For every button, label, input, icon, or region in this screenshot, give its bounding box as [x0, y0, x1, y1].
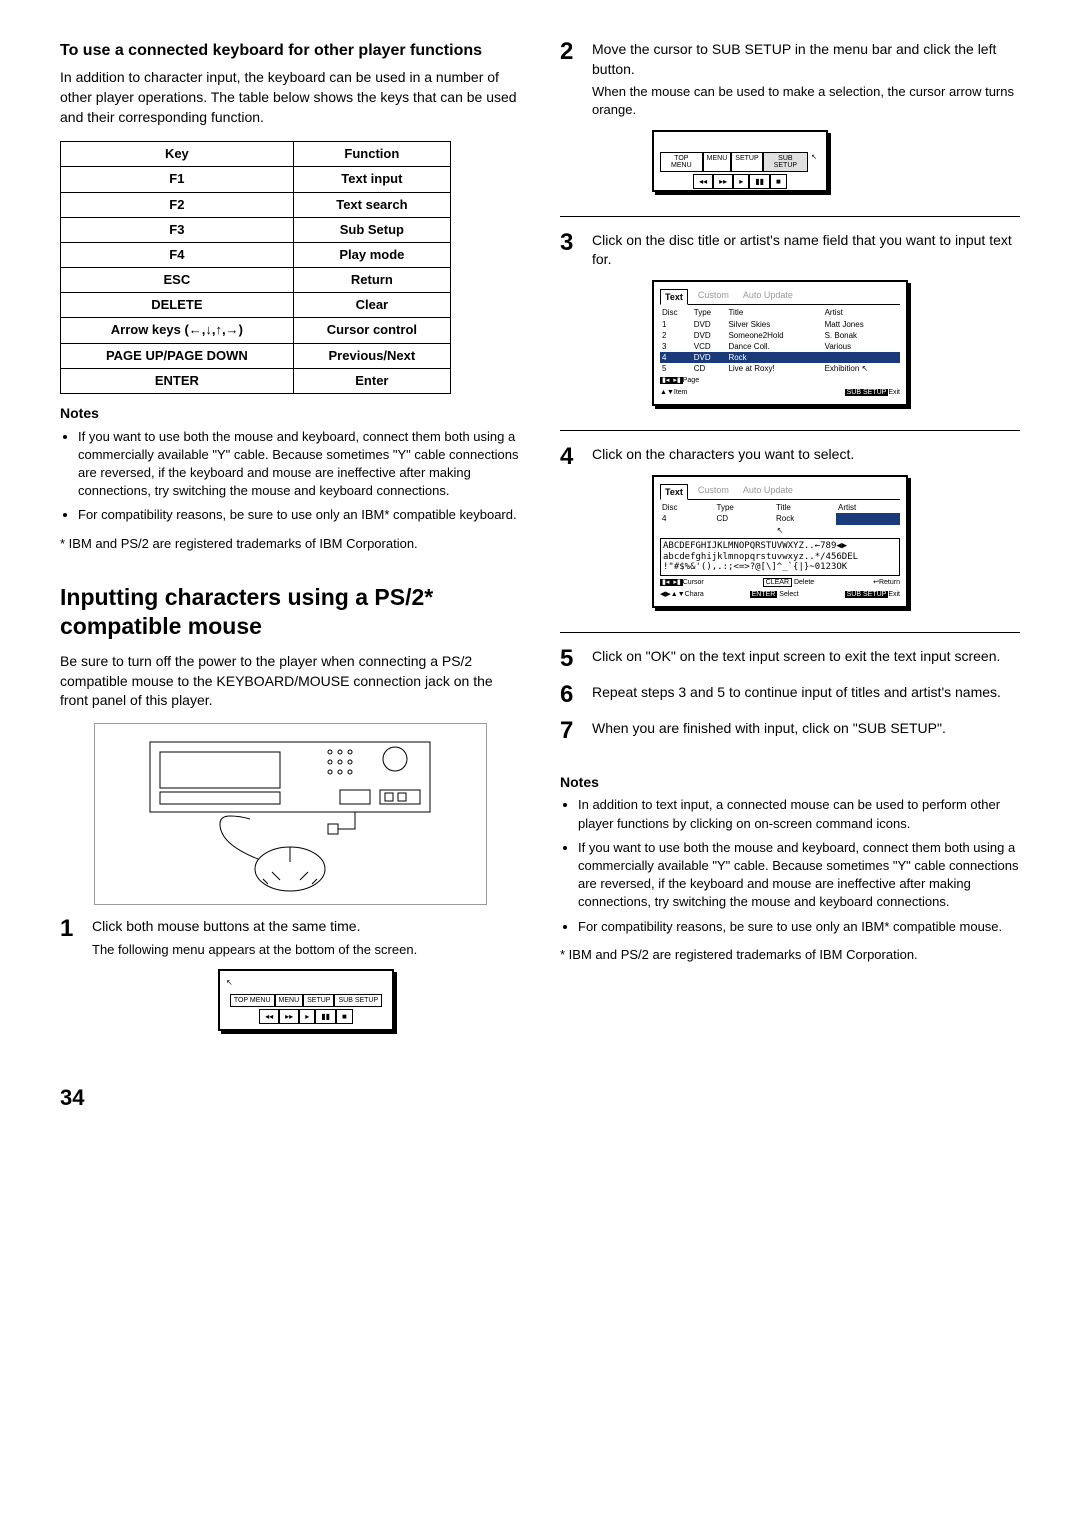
- tab-text: Text: [660, 484, 688, 501]
- screenshot-step3: Text Custom Auto Update DiscTypeTitleArt…: [652, 280, 908, 406]
- char-grid: ABCDEFGHIJKLMNOPQRSTUVWXYZ..←789◀▶ abcde…: [660, 538, 900, 576]
- tab-autoupdate: Auto Update: [739, 483, 797, 500]
- menu-setup: SETUP: [731, 152, 762, 172]
- transport-play-icon: ▸: [733, 174, 749, 189]
- th-function: Function: [293, 142, 450, 167]
- trademark-foot-left: * IBM and PS/2 are registered trademarks…: [60, 535, 520, 553]
- transport-play-icon: ▸: [299, 1009, 315, 1024]
- step-number-5: 5: [560, 647, 580, 671]
- note-item: If you want to use both the mouse and ke…: [78, 428, 520, 501]
- tab-autoupdate: Auto Update: [739, 288, 797, 305]
- transport-stop-icon: ■: [336, 1009, 353, 1024]
- transport-prev-icon: ◂◂: [693, 174, 713, 189]
- cursor-icon: ↖: [777, 526, 784, 535]
- note-item: In addition to text input, a connected m…: [578, 796, 1020, 832]
- step5-main: Click on "OK" on the text input screen t…: [592, 647, 1020, 671]
- notes-heading-right: Notes: [560, 773, 1020, 793]
- cursor-icon: ↖: [808, 152, 820, 172]
- transport-pause-icon: ▮▮: [315, 1009, 336, 1024]
- left-column: To use a connected keyboard for other pl…: [60, 40, 520, 1053]
- screenshot-step4: Text Custom Auto Update DiscTypeTitleArt…: [652, 475, 908, 608]
- player-mouse-diagram: [94, 723, 487, 905]
- step-number-2: 2: [560, 40, 580, 202]
- notes-list-left: If you want to use both the mouse and ke…: [60, 428, 520, 525]
- step1-main: Click both mouse buttons at the same tim…: [92, 917, 520, 937]
- step3-main: Click on the disc title or artist's name…: [592, 231, 1020, 270]
- right-column: 2 Move the cursor to SUB SETUP in the me…: [560, 40, 1020, 1053]
- menu-subsetup: SUB SETUP: [334, 994, 382, 1007]
- step2-main: Move the cursor to SUB SETUP in the menu…: [592, 40, 1020, 79]
- transport-next-icon: ▸▸: [713, 174, 733, 189]
- menu-subsetup: SUB SETUP: [763, 152, 808, 172]
- step7-main: When you are finished with input, click …: [592, 719, 1020, 743]
- tab-custom: Custom: [694, 483, 733, 500]
- key-function-table: Key Function F1Text input F2Text search …: [60, 141, 451, 394]
- down-icon: ▼: [667, 389, 674, 396]
- step-number-3: 3: [560, 231, 580, 417]
- page-number: 34: [60, 1083, 1020, 1114]
- up-icon: ▲: [660, 389, 667, 396]
- transport-prev-icon: ◂◂: [259, 1009, 279, 1024]
- menu-top: TOP MENU: [660, 152, 703, 172]
- th-key: Key: [61, 142, 294, 167]
- trademark-foot-right: * IBM and PS/2 are registered trademarks…: [560, 946, 1020, 964]
- note-item: If you want to use both the mouse and ke…: [578, 839, 1020, 912]
- mouse-intro: Be sure to turn off the power to the pla…: [60, 652, 520, 711]
- menu-top: TOP MENU: [230, 994, 275, 1007]
- menu-menu: MENU: [703, 152, 732, 172]
- down-icon: ▼: [678, 591, 685, 598]
- step2-sub: When the mouse can be used to make a sel…: [592, 83, 1020, 119]
- transport-stop-icon: ■: [770, 174, 787, 189]
- step4-main: Click on the characters you want to sele…: [592, 445, 1020, 465]
- up-icon: ▲: [671, 591, 678, 598]
- cursor-icon: ↖: [862, 364, 869, 373]
- note-item: For compatibility reasons, be sure to us…: [78, 506, 520, 524]
- note-item: For compatibility reasons, be sure to us…: [578, 918, 1020, 936]
- notes-heading-left: Notes: [60, 404, 520, 424]
- menu-setup: SETUP: [303, 994, 334, 1007]
- tab-text: Text: [660, 289, 688, 306]
- transport-pause-icon: ▮▮: [749, 174, 770, 189]
- divider: [560, 430, 1020, 431]
- step1-sub: The following menu appears at the bottom…: [92, 941, 520, 959]
- divider: [560, 632, 1020, 633]
- step-number-6: 6: [560, 683, 580, 707]
- transport-next-icon: ▸▸: [279, 1009, 299, 1024]
- divider: [560, 216, 1020, 217]
- keyboard-heading: To use a connected keyboard for other pl…: [60, 40, 520, 62]
- keyboard-intro: In addition to character input, the keyb…: [60, 68, 520, 127]
- step6-main: Repeat steps 3 and 5 to continue input o…: [592, 683, 1020, 707]
- screenshot-step1: ↖ TOP MENU MENU SETUP SUB SETUP ◂◂ ▸▸ ▸ …: [218, 969, 394, 1031]
- step-number-4: 4: [560, 445, 580, 618]
- tab-custom: Custom: [694, 288, 733, 305]
- step-number-7: 7: [560, 719, 580, 743]
- cursor-icon: ↖: [226, 977, 233, 988]
- mouse-heading: Inputting characters using a PS/2* compa…: [60, 583, 520, 641]
- screenshot-step2: TOP MENU MENU SETUP SUB SETUP ↖ ◂◂ ▸▸ ▸ …: [652, 130, 828, 192]
- step-number-1: 1: [60, 917, 80, 1041]
- menu-menu: MENU: [275, 994, 304, 1007]
- notes-list-right: In addition to text input, a connected m…: [560, 796, 1020, 935]
